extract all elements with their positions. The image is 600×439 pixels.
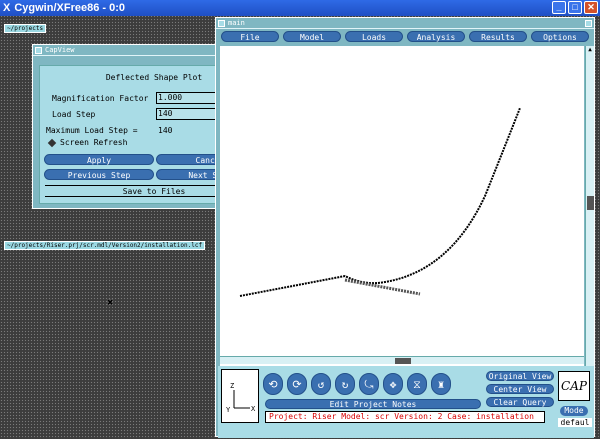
capview-title: CapView	[45, 45, 75, 54]
svg-text:Y: Y	[226, 406, 231, 414]
zoom-icon[interactable]: ⧖	[407, 373, 427, 395]
horizontal-scrollbar[interactable]	[220, 356, 584, 364]
deflected-shape-canvas[interactable]	[220, 46, 584, 382]
rotate-y-icon[interactable]: ⟳	[287, 373, 307, 395]
menu-options[interactable]: Options	[531, 31, 589, 42]
horizontal-scroll-thumb[interactable]	[395, 358, 411, 364]
cap-logo: CAP	[558, 371, 590, 401]
apply-button[interactable]: Apply	[44, 154, 154, 165]
svg-text:Z: Z	[230, 382, 234, 390]
rotate-xy-icon[interactable]: ↻	[335, 373, 355, 395]
vertical-scroll-thumb[interactable]	[587, 196, 594, 210]
rotate-z-icon[interactable]: ↺	[311, 373, 331, 395]
load-step-label: Load Step	[52, 110, 96, 119]
desktop-projects-label[interactable]: ~/projects	[4, 24, 47, 33]
rotate-x-icon[interactable]: ⟲	[263, 373, 283, 395]
menu-model[interactable]: Model	[283, 31, 341, 42]
vertical-scrollbar[interactable]: ▲ ▼	[585, 46, 594, 382]
minimize-button[interactable]: _	[552, 1, 566, 14]
mode-value: defaul	[558, 418, 592, 427]
riser-deflected-curve	[239, 107, 521, 297]
edit-project-notes-button[interactable]: Edit Project Notes	[265, 399, 481, 409]
window-menu-icon[interactable]	[35, 46, 42, 54]
desktop-path-label[interactable]: ~/projects/Riser.prj/scr.mdl/Version2/in…	[4, 241, 206, 250]
maximize-button[interactable]: □	[568, 1, 582, 14]
menu-bar: File Model Loads Analysis Results Option…	[216, 31, 594, 43]
clear-query-button[interactable]: Clear Query	[486, 397, 554, 407]
control-panel: Z Y X ⟲ ⟳ ↺ ↻ ⤿ ✥ ⧖ ♜ Original View Cent…	[218, 366, 594, 438]
scroll-up-icon[interactable]: ▲	[586, 46, 594, 54]
axes-indicator: Z Y X	[221, 369, 259, 423]
menu-results[interactable]: Results	[469, 31, 527, 42]
xwin-logo-icon: X	[3, 2, 11, 14]
deflected-shape-plot	[239, 107, 521, 297]
x-cursor-icon: ✖	[107, 296, 114, 309]
mode-button[interactable]: Mode	[560, 406, 588, 416]
rotate-free-icon[interactable]: ⤿	[359, 373, 379, 395]
screen-refresh-label: Screen Refresh	[60, 138, 128, 147]
svg-text:X: X	[251, 405, 256, 413]
app-title-bar: X Cygwin/XFree86 - 0:0 _ □ ✕	[0, 0, 600, 16]
main-title: main	[228, 18, 245, 27]
max-load-value: 140	[158, 126, 173, 135]
center-view-button[interactable]: Center View	[486, 384, 554, 394]
menu-loads[interactable]: Loads	[345, 31, 403, 42]
magnification-label: Magnification Factor	[52, 94, 149, 103]
previous-step-button[interactable]: Previous Step	[44, 169, 154, 180]
max-load-label: Maximum Load Step =	[46, 126, 138, 135]
main-title-bar[interactable]: main	[216, 18, 594, 29]
window-maximize-icon[interactable]	[585, 19, 592, 27]
menu-analysis[interactable]: Analysis	[407, 31, 465, 42]
app-title: Cygwin/XFree86 - 0:0	[14, 2, 125, 14]
pan-icon[interactable]: ✥	[383, 373, 403, 395]
screen-refresh-toggle-icon[interactable]	[47, 138, 57, 148]
main-window: main File Model Loads Analysis Results O…	[215, 17, 595, 438]
menu-file[interactable]: File	[221, 31, 279, 42]
axes-triad-icon: Z Y X	[226, 382, 256, 414]
reset-icon[interactable]: ♜	[431, 373, 451, 395]
original-view-button[interactable]: Original View	[486, 371, 554, 381]
project-status-bar: Project: Riser Model: scr Version: 2 Cas…	[265, 411, 545, 423]
window-menu-icon[interactable]	[218, 19, 225, 27]
close-button[interactable]: ✕	[584, 1, 598, 14]
